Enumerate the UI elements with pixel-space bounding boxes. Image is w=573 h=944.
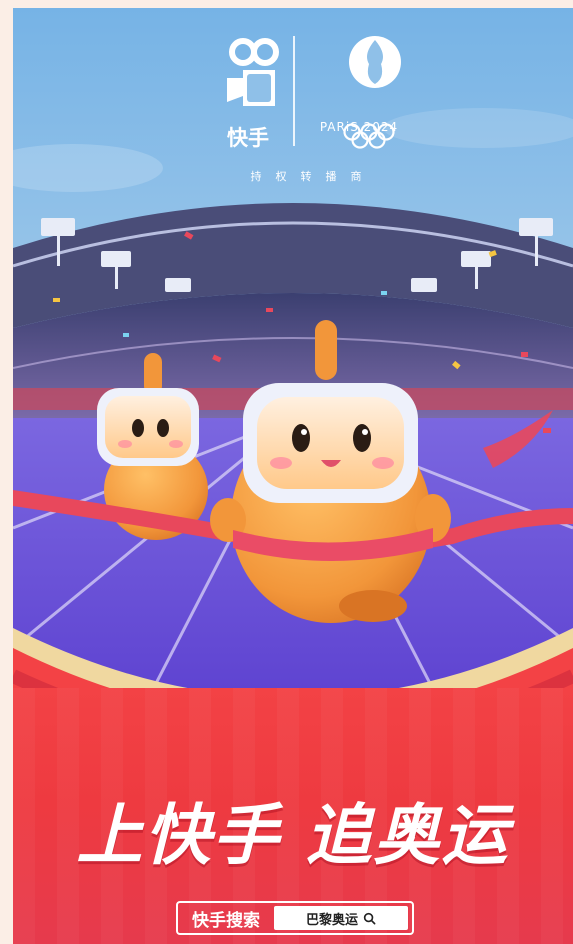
partner-text: 持权转播商 xyxy=(250,170,376,183)
olympic-wordmark: PARiS 2024 xyxy=(319,120,399,134)
logo-area: 快手 PARiS 2024 持权转播商 xyxy=(213,26,413,183)
slogan: 上快手 追奥运 xyxy=(76,797,510,874)
search-bar[interactable]: 快手搜索 巴黎奥运 xyxy=(176,901,414,935)
search-label: 快手搜索 xyxy=(192,910,260,931)
poster: 快手 PARiS 2024 持权转播商 上快手 追奥运 快手搜索 巴黎奥运 xyxy=(13,8,573,944)
brand-name: 快手 xyxy=(227,126,269,150)
search-icon[interactable] xyxy=(363,912,376,925)
search-query: 巴黎奥运 xyxy=(305,912,358,928)
search-field[interactable]: 巴黎奥运 xyxy=(274,906,408,930)
